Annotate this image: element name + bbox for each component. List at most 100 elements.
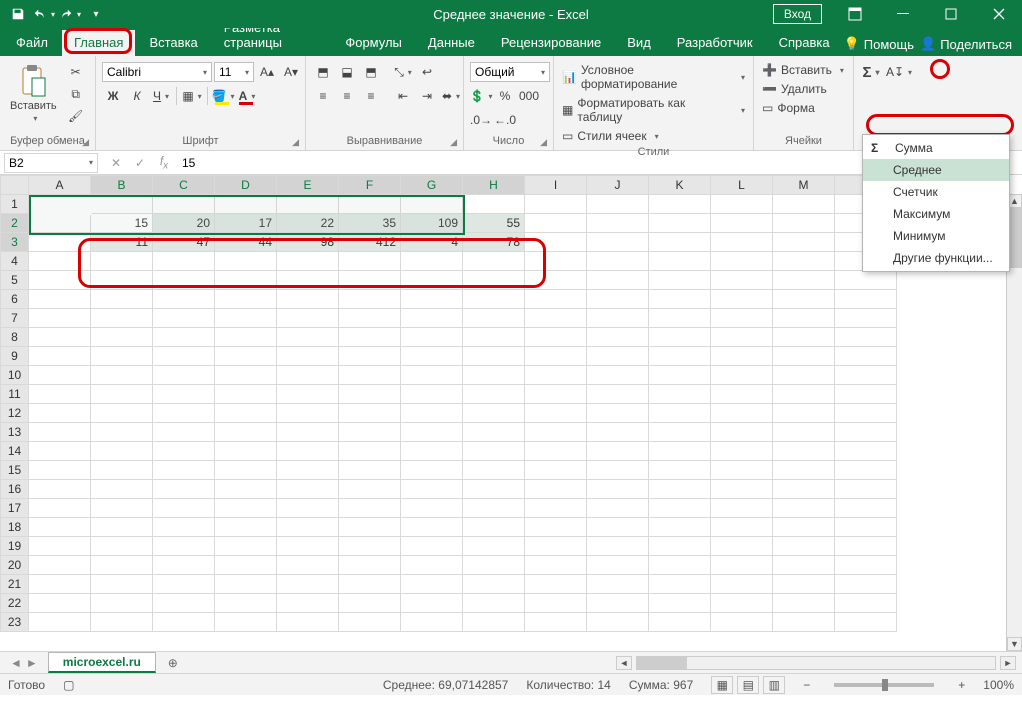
cell-B20[interactable] bbox=[91, 556, 153, 575]
fill-color-button[interactable]: 🪣▾ bbox=[212, 86, 234, 106]
cell-A8[interactable] bbox=[29, 328, 91, 347]
cell-N14[interactable] bbox=[835, 442, 897, 461]
horizontal-scrollbar[interactable]: ◄ ► bbox=[184, 656, 1022, 670]
number-format-selector[interactable]: Общий▾ bbox=[470, 62, 550, 82]
cell-N5[interactable] bbox=[835, 271, 897, 290]
cell-B13[interactable] bbox=[91, 423, 153, 442]
cell-F7[interactable] bbox=[339, 309, 401, 328]
cell-J15[interactable] bbox=[587, 461, 649, 480]
underline-button[interactable]: Ч▾ bbox=[150, 86, 172, 106]
align-middle-icon[interactable]: ⬓ bbox=[336, 62, 358, 82]
cell-M14[interactable] bbox=[773, 442, 835, 461]
cell-G18[interactable] bbox=[401, 518, 463, 537]
cell-C3[interactable]: 47 bbox=[153, 233, 215, 252]
italic-button[interactable]: К bbox=[126, 86, 148, 106]
cell-G21[interactable] bbox=[401, 575, 463, 594]
cell-H6[interactable] bbox=[463, 290, 525, 309]
cell-M17[interactable] bbox=[773, 499, 835, 518]
cell-B14[interactable] bbox=[91, 442, 153, 461]
cell-C10[interactable] bbox=[153, 366, 215, 385]
cell-D20[interactable] bbox=[215, 556, 277, 575]
col-header-D[interactable]: D bbox=[215, 176, 277, 195]
cell-J16[interactable] bbox=[587, 480, 649, 499]
cell-G13[interactable] bbox=[401, 423, 463, 442]
cell-L13[interactable] bbox=[711, 423, 773, 442]
cell-L19[interactable] bbox=[711, 537, 773, 556]
cell-F20[interactable] bbox=[339, 556, 401, 575]
cell-F16[interactable] bbox=[339, 480, 401, 499]
cell-C5[interactable] bbox=[153, 271, 215, 290]
cell-G19[interactable] bbox=[401, 537, 463, 556]
cell-K15[interactable] bbox=[649, 461, 711, 480]
wrap-text-icon[interactable]: ↩ bbox=[416, 62, 438, 82]
cell-J12[interactable] bbox=[587, 404, 649, 423]
cell-N6[interactable] bbox=[835, 290, 897, 309]
align-top-icon[interactable]: ⬒ bbox=[312, 62, 334, 82]
cell-B12[interactable] bbox=[91, 404, 153, 423]
cell-F13[interactable] bbox=[339, 423, 401, 442]
cell-J18[interactable] bbox=[587, 518, 649, 537]
cell-C21[interactable] bbox=[153, 575, 215, 594]
cell-C20[interactable] bbox=[153, 556, 215, 575]
cell-E18[interactable] bbox=[277, 518, 339, 537]
cell-D7[interactable] bbox=[215, 309, 277, 328]
cell-I3[interactable] bbox=[525, 233, 587, 252]
tab-file[interactable]: Файл bbox=[4, 30, 60, 56]
cell-D6[interactable] bbox=[215, 290, 277, 309]
font-name-selector[interactable]: Calibri▾ bbox=[102, 62, 212, 82]
cell-I9[interactable] bbox=[525, 347, 587, 366]
font-color-button[interactable]: A▾ bbox=[236, 86, 258, 106]
cell-D4[interactable] bbox=[215, 252, 277, 271]
cell-B9[interactable] bbox=[91, 347, 153, 366]
cell-N13[interactable] bbox=[835, 423, 897, 442]
cell-J21[interactable] bbox=[587, 575, 649, 594]
cell-D13[interactable] bbox=[215, 423, 277, 442]
cell-M2[interactable] bbox=[773, 214, 835, 233]
cell-E2[interactable]: 22 bbox=[277, 214, 339, 233]
undo-icon[interactable]: ▾ bbox=[32, 3, 56, 25]
cell-F17[interactable] bbox=[339, 499, 401, 518]
align-right-icon[interactable]: ≡ bbox=[360, 86, 382, 106]
cell-F2[interactable]: 35 bbox=[339, 214, 401, 233]
cell-F21[interactable] bbox=[339, 575, 401, 594]
sheet-nav-first-icon[interactable]: ◄ bbox=[10, 656, 22, 670]
cell-A1[interactable] bbox=[29, 195, 91, 214]
cell-J17[interactable] bbox=[587, 499, 649, 518]
cell-I20[interactable] bbox=[525, 556, 587, 575]
zoom-out-button[interactable]: − bbox=[803, 678, 810, 692]
cell-L21[interactable] bbox=[711, 575, 773, 594]
cell-N23[interactable] bbox=[835, 613, 897, 632]
fx-icon[interactable]: fx bbox=[152, 153, 176, 173]
cell-K10[interactable] bbox=[649, 366, 711, 385]
cell-F4[interactable] bbox=[339, 252, 401, 271]
cell-K23[interactable] bbox=[649, 613, 711, 632]
cell-M3[interactable] bbox=[773, 233, 835, 252]
col-header-H[interactable]: H bbox=[463, 176, 525, 195]
cell-M20[interactable] bbox=[773, 556, 835, 575]
cell-B4[interactable] bbox=[91, 252, 153, 271]
cell-I8[interactable] bbox=[525, 328, 587, 347]
cell-E23[interactable] bbox=[277, 613, 339, 632]
cell-B18[interactable] bbox=[91, 518, 153, 537]
cell-E11[interactable] bbox=[277, 385, 339, 404]
record-macro-icon[interactable]: ▢ bbox=[63, 678, 74, 692]
cell-A19[interactable] bbox=[29, 537, 91, 556]
cell-N20[interactable] bbox=[835, 556, 897, 575]
menu-item-max[interactable]: Максимум bbox=[863, 203, 1009, 225]
cell-A12[interactable] bbox=[29, 404, 91, 423]
bold-button[interactable]: Ж bbox=[102, 86, 124, 106]
cell-E12[interactable] bbox=[277, 404, 339, 423]
menu-item-count[interactable]: Счетчик bbox=[863, 181, 1009, 203]
cell-D18[interactable] bbox=[215, 518, 277, 537]
comma-icon[interactable]: 000 bbox=[518, 86, 540, 106]
increase-font-icon[interactable]: A▴ bbox=[256, 62, 278, 82]
cell-F10[interactable] bbox=[339, 366, 401, 385]
cell-E4[interactable] bbox=[277, 252, 339, 271]
enter-formula-icon[interactable]: ✓ bbox=[128, 153, 152, 173]
autosum-button[interactable]: Σ▾ bbox=[860, 62, 882, 82]
cell-N15[interactable] bbox=[835, 461, 897, 480]
tab-view[interactable]: Вид bbox=[615, 30, 663, 56]
cell-N9[interactable] bbox=[835, 347, 897, 366]
cell-G12[interactable] bbox=[401, 404, 463, 423]
cell-L10[interactable] bbox=[711, 366, 773, 385]
